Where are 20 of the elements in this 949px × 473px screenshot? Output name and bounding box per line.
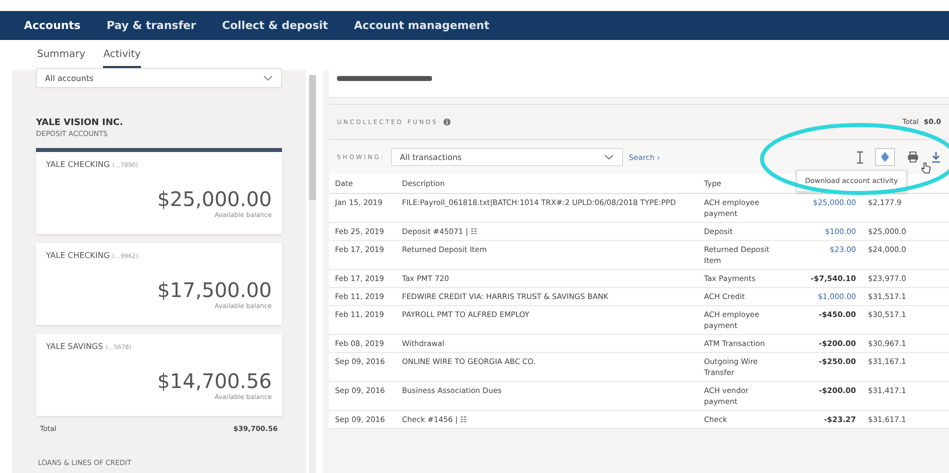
- account-balance: $25,000.00: [156, 187, 272, 211]
- scrollbar[interactable]: [308, 75, 316, 473]
- download-icon[interactable]: [931, 151, 941, 163]
- chevron-down-icon: [262, 75, 273, 81]
- company-name: YALE VISION INC.: [36, 118, 124, 128]
- nav-tab[interactable]: Pay & transfer: [94, 19, 206, 32]
- account-select[interactable]: All accounts: [36, 68, 282, 88]
- text-cursor-icon[interactable]: [855, 150, 865, 164]
- print-icon[interactable]: [907, 151, 919, 163]
- account-balance: $14,700.56: [156, 369, 272, 393]
- chevron-down-icon: [604, 154, 614, 160]
- nav-tab[interactable]: Accounts: [12, 19, 91, 32]
- diamond-arrows-icon: [880, 151, 890, 163]
- expand-button[interactable]: [875, 148, 895, 166]
- sub-tab[interactable]: Summary: [37, 42, 86, 68]
- nav-tab[interactable]: Collect & deposit: [210, 19, 338, 32]
- nav-tab[interactable]: Account management: [342, 19, 500, 32]
- account-balance: $17,500.00: [156, 278, 272, 302]
- transactions-select[interactable]: All transactions: [390, 148, 623, 166]
- info-icon[interactable]: [443, 118, 452, 126]
